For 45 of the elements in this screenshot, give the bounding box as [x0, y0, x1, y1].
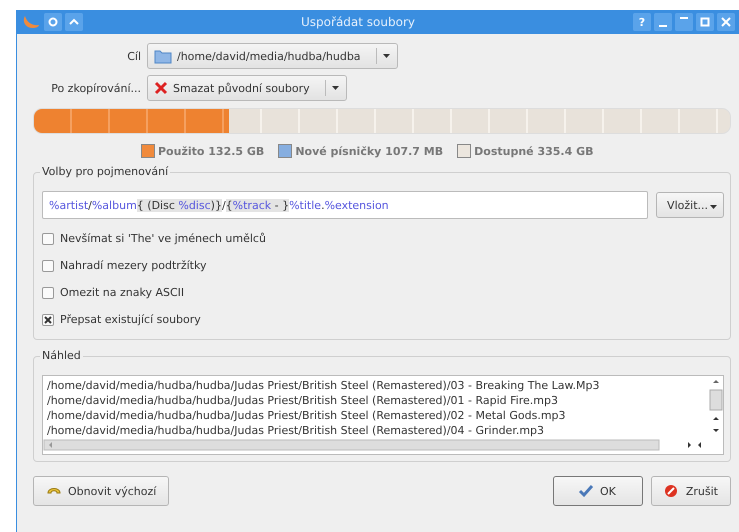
- delete-icon: [154, 81, 168, 95]
- insert-button[interactable]: Vložit...: [656, 192, 724, 218]
- after-copy-dropdown[interactable]: Smazat původní soubory: [147, 75, 347, 101]
- group-title: Náhled: [40, 349, 83, 362]
- preview-row-text: /home/david/media/hudba/hudba/Judas Priest/British Steel (Remastered)/02 - Metal Gods.mp3: [47, 408, 567, 423]
- keep-above-button[interactable]: [65, 13, 83, 31]
- checkbox-label: Nahradí mezery podtržítky: [60, 259, 206, 272]
- preview-row-text: /home/david/media/hudba/hudba/Judas Priest/British Steel (Remastered)/03 - Breaking The Law.Mp3: [47, 378, 600, 393]
- maximize-button[interactable]: [696, 13, 714, 31]
- shade-button[interactable]: [675, 13, 693, 31]
- naming-scheme-field[interactable]: %artist/%album{ (Disc %disc)}/{%track - }%title.%extension: [42, 191, 648, 219]
- field-label: Cíl: [126, 50, 141, 62]
- preview-row-text: /home/david/media/hudba/hudba/Judas Priest/British Steel (Remastered)/04 - Grinder.mp3: [47, 423, 546, 438]
- circle-icon: [48, 17, 58, 27]
- checkbox-label: Omezit na znaky ASCII: [60, 286, 184, 299]
- checkbox-label: Nevšímat si 'The' ve jménech umělců: [60, 232, 266, 245]
- cross-mark-icon: [44, 316, 52, 324]
- checkbox[interactable]: [42, 286, 54, 298]
- cancel-button[interactable]: Zrušit: [650, 476, 731, 506]
- close-button[interactable]: [717, 13, 735, 31]
- checkmark-icon: [578, 484, 594, 498]
- checkbox-label: Přepsat existující soubory: [60, 313, 201, 326]
- ok-button[interactable]: OK: [552, 476, 643, 506]
- menu-button[interactable]: [44, 13, 62, 31]
- caret-icon: [330, 84, 340, 92]
- close-icon: [721, 17, 731, 27]
- cancel-icon: [664, 484, 680, 498]
- folder-icon: [154, 48, 172, 64]
- checkbox[interactable]: [42, 260, 54, 272]
- minimize-button[interactable]: [654, 13, 672, 31]
- maximize-icon: [700, 17, 710, 27]
- destination-dropdown[interactable]: /home/david/media/hudba/hudba: [147, 43, 398, 69]
- window-title: Uspořádat soubory: [300, 15, 416, 29]
- checkbox[interactable]: [42, 314, 54, 326]
- caret-icon: [382, 52, 391, 60]
- checkbox[interactable]: [42, 232, 54, 244]
- group-title: Volby pro pojmenování: [40, 165, 170, 178]
- chevron-up-icon: [69, 17, 79, 27]
- reset-button[interactable]: Obnovit výchozí: [33, 476, 170, 506]
- preview-row-text: /home/david/media/hudba/hudba/Judas Priest/British Steel (Remastered)/01 - Rapid Fire.mp3: [47, 393, 559, 408]
- legend-label: Dostupné 335.4 GB: [474, 144, 594, 158]
- legend-label: Nové písničky 107.7 MB: [295, 144, 444, 158]
- field-label: Po zkopírování...: [50, 82, 141, 94]
- minimize-icon: [659, 25, 667, 27]
- legend-label: Použito 132.5 GB: [158, 144, 264, 158]
